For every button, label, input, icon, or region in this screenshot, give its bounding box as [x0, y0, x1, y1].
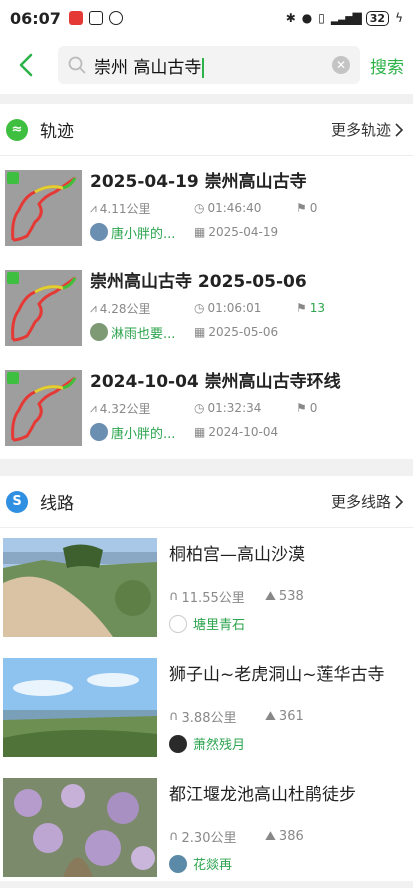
routes-section-header: S 线路 更多线路	[0, 476, 413, 528]
route-distance: 3.88公里	[181, 711, 237, 726]
track-date: 2024-10-04	[208, 425, 279, 439]
track-waypoints: 0	[309, 201, 318, 215]
distance-icon: ∩	[169, 829, 179, 844]
avatar	[169, 854, 187, 873]
route-section-icon: S	[6, 490, 28, 513]
chevron-right-icon	[395, 122, 403, 137]
track-user: 唐小胖的...	[111, 426, 176, 442]
track-duration: 01:06:01	[207, 301, 262, 315]
route-views: 386	[278, 829, 304, 844]
flag-icon: ⚑	[296, 201, 307, 215]
track-section-icon: ≈	[6, 118, 28, 141]
track-distance: 4.11公里	[99, 201, 151, 216]
track-item[interactable]: 崇州高山古寺 2025-05-06 ⩘ 4.28公里 ◷ 01:06:01 ⚑ 13 …	[0, 256, 413, 356]
track-duration: 01:46:40	[207, 201, 262, 215]
flag-icon: ⚑	[296, 301, 307, 315]
calendar-icon: ▦	[194, 325, 206, 339]
mountain-icon: ⛰	[265, 709, 276, 724]
distance-icon: ∩	[169, 709, 179, 724]
track-title: 2025-04-19 崇州高山古寺	[90, 172, 307, 192]
signal-icon: ▂▃▅▇	[330, 11, 362, 25]
back-button[interactable]	[6, 45, 46, 85]
avatar	[90, 223, 108, 241]
track-title: 崇州高山古寺 2025-05-06	[90, 272, 307, 292]
mountain-icon: ⛰	[265, 829, 276, 844]
route-item[interactable]: 狮子山~老虎洞山~莲华古寺 ∩ 3.88公里 ⛰ 361 萧然残月	[0, 648, 413, 768]
track-distance: 4.28公里	[99, 301, 151, 316]
route-title: 都江堰龙池高山杜鹃徒步	[169, 785, 356, 805]
search-button[interactable]: 搜索	[370, 53, 404, 78]
track-item[interactable]: 2025-04-19 崇州高山古寺 ⩘ 4.11公里 ◷ 01:46:40 ⚑ 0 唐…	[0, 156, 413, 256]
route-distance: 2.30公里	[181, 831, 237, 846]
tracks-section-header: ≈ 轨迹 更多轨迹	[0, 104, 413, 156]
route-photo	[3, 538, 157, 637]
route-title: 狮子山~老虎洞山~莲华古寺	[169, 665, 385, 685]
nfc-icon	[88, 11, 103, 25]
clock-icon: ◷	[194, 301, 205, 315]
route-photo	[3, 658, 157, 757]
more-routes-link[interactable]: 更多线路	[331, 491, 403, 512]
calendar-icon: ▦	[194, 425, 206, 439]
route-photo	[3, 778, 157, 877]
mountain-icon: ⛰	[265, 589, 276, 604]
text-caret	[202, 57, 205, 78]
track-waypoints: 13	[309, 301, 326, 315]
track-duration: 01:32:34	[207, 401, 262, 415]
clock-icon: ◷	[194, 201, 205, 215]
track-map-thumbnail	[5, 370, 82, 446]
chevron-right-icon	[395, 494, 403, 509]
clock-icon: ◷	[194, 401, 205, 415]
vibrate-icon: ▯	[318, 11, 325, 25]
avatar	[169, 614, 187, 633]
route-item[interactable]: 桐柏宫—高山沙漠 ∩ 11.55公里 ⛰ 538 塘里青石	[0, 528, 413, 648]
clear-icon[interactable]: ✕	[332, 56, 350, 74]
route-views: 538	[278, 589, 304, 604]
route-user: 花燚再	[193, 858, 233, 873]
status-bar: 06:07 ✱ ● ▯ ▂▃▅▇ 32 ϟ	[0, 0, 413, 36]
search-header: 崇州 高山古寺 ✕ 搜索	[0, 36, 413, 94]
track-user: 淋雨也要...	[111, 326, 176, 342]
search-query: 崇州 高山古寺	[94, 57, 202, 78]
track-waypoints: 0	[309, 401, 318, 415]
route-user: 塘里青石	[193, 618, 246, 633]
flag-icon: ⚑	[296, 401, 307, 415]
track-map-thumbnail	[5, 170, 82, 246]
route-user: 萧然残月	[193, 738, 246, 753]
battery-level: 32	[365, 10, 390, 26]
more-tracks-link[interactable]: 更多轨迹	[331, 119, 403, 140]
section-title: 线路	[40, 494, 74, 514]
avatar	[90, 423, 108, 441]
route-views: 361	[278, 709, 304, 724]
location-icon: ●	[301, 11, 313, 25]
chevron-left-icon	[19, 53, 33, 77]
track-date: 2025-05-06	[208, 325, 279, 339]
track-distance: 4.32公里	[99, 401, 151, 416]
status-time: 06:07	[10, 8, 61, 28]
track-item[interactable]: 2024-10-04 崇州高山古寺环线 ⩘ 4.32公里 ◷ 01:32:34 ⚑ 0…	[0, 356, 413, 456]
avatar	[169, 734, 187, 753]
avatar	[90, 323, 108, 341]
tracks-section: ≈ 轨迹 更多轨迹 2025-04-19 崇州高山古寺 ⩘ 4.11公里 ◷ 01:…	[0, 104, 413, 459]
track-user: 唐小胖的...	[111, 226, 176, 242]
route-title: 桐柏宫—高山沙漠	[169, 545, 305, 565]
search-icon	[68, 56, 86, 74]
distance-icon: ∩	[169, 589, 179, 604]
routes-section: S 线路 更多线路 桐柏宫—高山沙漠 ∩11.55公里 ⛰538 塘里青石	[0, 476, 413, 881]
distance-icon: ⩘	[90, 400, 97, 415]
route-distance: 11.55公里	[181, 591, 245, 606]
section-title: 轨迹	[40, 122, 74, 142]
distance-icon: ⩘	[90, 300, 97, 315]
bluetooth-icon: ✱	[285, 11, 296, 25]
calendar-icon: ▦	[194, 225, 206, 239]
search-input[interactable]: 崇州 高山古寺 ✕	[58, 46, 360, 84]
app-notification-icon	[68, 11, 83, 25]
track-map-thumbnail	[5, 270, 82, 346]
alarm-icon	[108, 11, 123, 25]
distance-icon: ⩘	[90, 200, 97, 215]
track-title: 2024-10-04 崇州高山古寺环线	[90, 372, 341, 392]
charging-icon: ϟ	[395, 11, 403, 25]
track-date: 2025-04-19	[208, 225, 279, 239]
route-item[interactable]: 都江堰龙池高山杜鹃徒步 ∩ 2.30公里 ⛰ 386 花燚再	[0, 768, 413, 888]
